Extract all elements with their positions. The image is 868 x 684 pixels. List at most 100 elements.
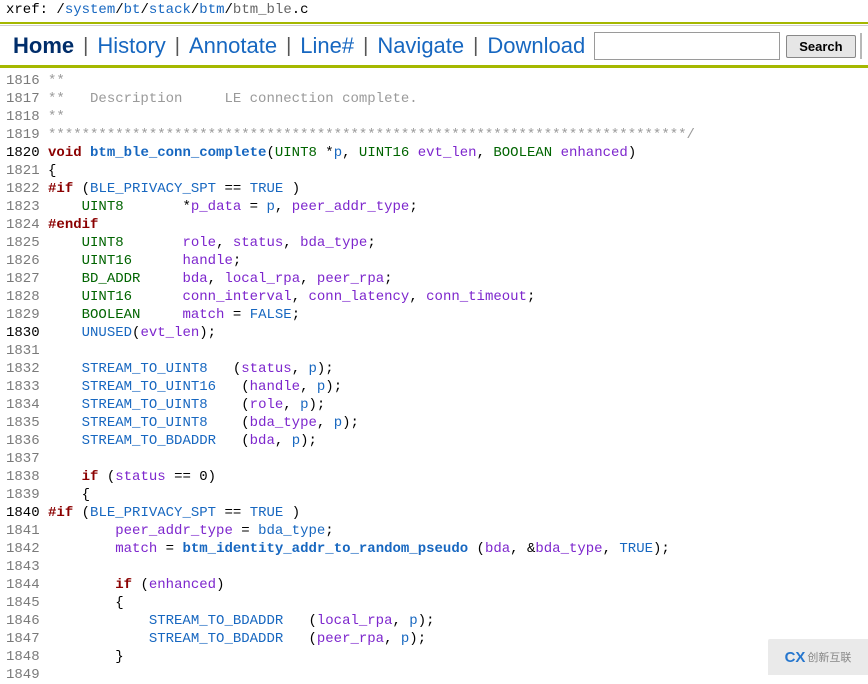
line-number[interactable]: 1836: [6, 432, 40, 450]
tab-home[interactable]: Home: [10, 33, 77, 59]
code-line: 1819 ***********************************…: [6, 126, 695, 144]
line-source: if (status == 0): [40, 468, 695, 486]
line-source: [40, 450, 695, 468]
line-number[interactable]: 1839: [6, 486, 40, 504]
line-number[interactable]: 1840: [6, 504, 40, 522]
line-number[interactable]: 1848: [6, 648, 40, 666]
code-line: 1828 UINT16 conn_interval, conn_latency,…: [6, 288, 695, 306]
xref-path: xref: /system/bt/stack/btm/btm_ble.c: [0, 0, 868, 20]
line-number[interactable]: 1827: [6, 270, 40, 288]
line-number[interactable]: 1829: [6, 306, 40, 324]
line-source: **: [40, 72, 695, 90]
xref-label: xref:: [6, 2, 56, 18]
code-line: 1833 STREAM_TO_UINT16 (handle, p);: [6, 378, 695, 396]
line-source: #if (BLE_PRIVACY_SPT == TRUE ): [40, 180, 695, 198]
code-line: 1824 #endif: [6, 216, 695, 234]
line-source: [40, 558, 695, 576]
line-number[interactable]: 1820: [6, 144, 40, 162]
code-line: 1841 peer_addr_type = bda_type;: [6, 522, 695, 540]
watermark-text: 创新互联: [807, 649, 851, 665]
line-source: #if (BLE_PRIVACY_SPT == TRUE ): [40, 504, 695, 522]
line-source: BOOLEAN match = FALSE;: [40, 306, 695, 324]
line-source: ****************************************…: [40, 126, 695, 144]
line-source: {: [40, 162, 695, 180]
xref-segment[interactable]: btm: [199, 2, 224, 18]
line-number[interactable]: 1824: [6, 216, 40, 234]
code-line: 1822 #if (BLE_PRIVACY_SPT == TRUE ): [6, 180, 695, 198]
line-number[interactable]: 1844: [6, 576, 40, 594]
code-line: 1817 ** Description LE connection comple…: [6, 90, 695, 108]
code-line: 1821 {: [6, 162, 695, 180]
line-number[interactable]: 1823: [6, 198, 40, 216]
line-source: }: [40, 648, 695, 666]
line-number[interactable]: 1822: [6, 180, 40, 198]
tab-download[interactable]: Download: [484, 33, 588, 59]
nav-sep: |: [169, 35, 186, 58]
search-input[interactable]: [594, 32, 780, 60]
xref-filestem: btm_ble: [233, 2, 292, 18]
line-number[interactable]: 1849: [6, 666, 40, 684]
watermark-logo: CX: [785, 649, 806, 666]
line-source: UINT16 handle;: [40, 252, 695, 270]
line-number[interactable]: 1842: [6, 540, 40, 558]
tab-line[interactable]: Line#: [297, 33, 357, 59]
code-line: 1818 **: [6, 108, 695, 126]
code-line: 1834 STREAM_TO_UINT8 (role, p);: [6, 396, 695, 414]
line-number[interactable]: 1819: [6, 126, 40, 144]
search-button[interactable]: Search: [786, 35, 855, 58]
line-number[interactable]: 1838: [6, 468, 40, 486]
line-number[interactable]: 1834: [6, 396, 40, 414]
line-number[interactable]: 1816: [6, 72, 40, 90]
divider: [0, 22, 868, 24]
watermark: CX 创新互联: [768, 639, 868, 675]
nav-sep: |: [280, 35, 297, 58]
line-number[interactable]: 1828: [6, 288, 40, 306]
line-source: STREAM_TO_UINT8 (role, p);: [40, 396, 695, 414]
line-number[interactable]: 1821: [6, 162, 40, 180]
panel-toggle[interactable]: [860, 33, 862, 59]
code-line: 1825 UINT8 role, status, bda_type;: [6, 234, 695, 252]
code-line: 1848 }: [6, 648, 695, 666]
line-source: UINT8 *p_data = p, peer_addr_type;: [40, 198, 695, 216]
line-number[interactable]: 1818: [6, 108, 40, 126]
xref-segment[interactable]: system: [65, 2, 115, 18]
tab-annotate[interactable]: Annotate: [186, 33, 280, 59]
line-source: UINT16 conn_interval, conn_latency, conn…: [40, 288, 695, 306]
line-number[interactable]: 1833: [6, 378, 40, 396]
line-source: [40, 666, 695, 684]
nav-sep: |: [467, 35, 484, 58]
line-number[interactable]: 1845: [6, 594, 40, 612]
nav-sep: |: [357, 35, 374, 58]
line-number[interactable]: 1837: [6, 450, 40, 468]
code-line: 1816 **: [6, 72, 695, 90]
code-line: 1826 UINT16 handle;: [6, 252, 695, 270]
tab-navigate[interactable]: Navigate: [374, 33, 467, 59]
line-number[interactable]: 1817: [6, 90, 40, 108]
line-source: STREAM_TO_UINT8 (status, p);: [40, 360, 695, 378]
line-number[interactable]: 1846: [6, 612, 40, 630]
line-number[interactable]: 1847: [6, 630, 40, 648]
line-source: UNUSED(evt_len);: [40, 324, 695, 342]
line-source: [40, 342, 695, 360]
line-source: STREAM_TO_UINT8 (bda_type, p);: [40, 414, 695, 432]
code-listing: 1816 **1817 ** Description LE connection…: [6, 72, 695, 684]
code-line: 1843: [6, 558, 695, 576]
line-number[interactable]: 1826: [6, 252, 40, 270]
line-number[interactable]: 1830: [6, 324, 40, 342]
code-line: 1835 STREAM_TO_UINT8 (bda_type, p);: [6, 414, 695, 432]
line-source: BD_ADDR bda, local_rpa, peer_rpa;: [40, 270, 695, 288]
xref-segment[interactable]: stack: [149, 2, 191, 18]
code-line: 1846 STREAM_TO_BDADDR (local_rpa, p);: [6, 612, 695, 630]
line-number[interactable]: 1832: [6, 360, 40, 378]
tab-history[interactable]: History: [94, 33, 168, 59]
line-number[interactable]: 1825: [6, 234, 40, 252]
line-source: match = btm_identity_addr_to_random_pseu…: [40, 540, 695, 558]
line-number[interactable]: 1831: [6, 342, 40, 360]
xref-segment[interactable]: bt: [124, 2, 141, 18]
line-source: ** Description LE connection complete.: [40, 90, 695, 108]
line-number[interactable]: 1843: [6, 558, 40, 576]
code-line: 1837: [6, 450, 695, 468]
line-number[interactable]: 1841: [6, 522, 40, 540]
line-number[interactable]: 1835: [6, 414, 40, 432]
line-source: if (enhanced): [40, 576, 695, 594]
